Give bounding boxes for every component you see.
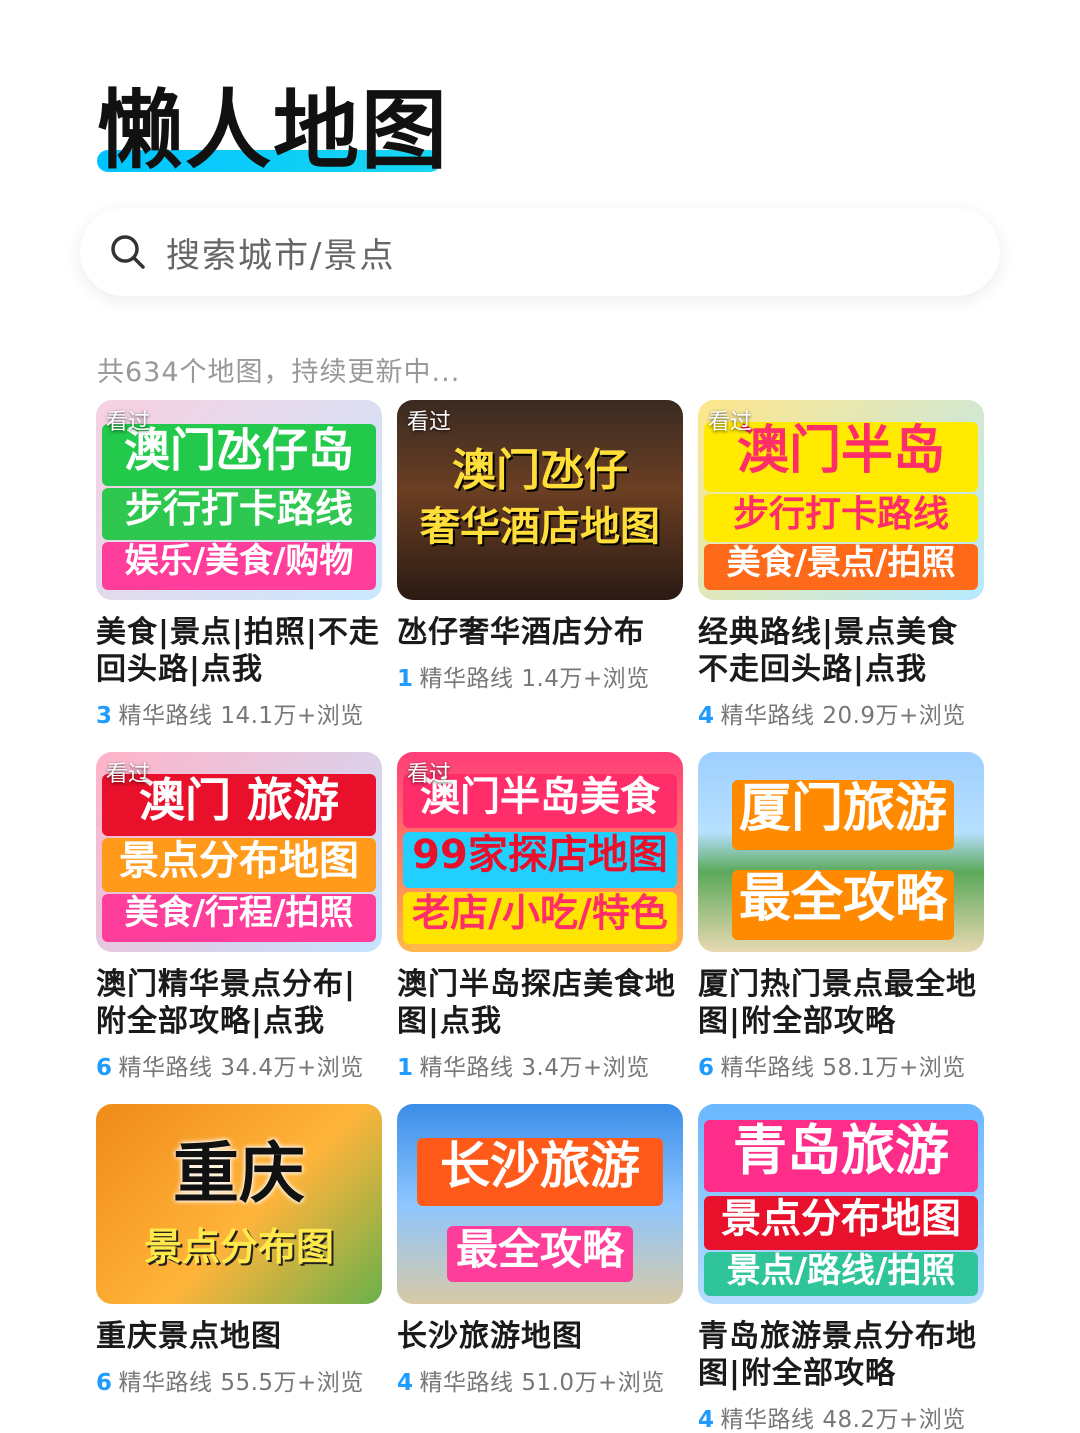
card-thumbnail[interactable]: 看过 澳门半岛 步行打卡路线 美食/景点/拍照 — [698, 400, 984, 600]
thumb-line: 景点/路线/拍照 — [704, 1252, 978, 1296]
search-bar[interactable]: 搜索城市/景点 — [80, 208, 1000, 296]
thumb-line: 景点分布图 — [143, 1226, 334, 1269]
thumb-line: 步行打卡路线 — [704, 494, 978, 542]
card-meta: 4 精华路线 20.9万+浏览 — [698, 696, 984, 730]
view-count: 48.2万+浏览 — [822, 1407, 966, 1433]
view-count: 55.5万+浏览 — [220, 1370, 364, 1396]
card-meta: 6 精华路线 55.5万+浏览 — [96, 1363, 382, 1397]
card-meta: 4 精华路线 48.2万+浏览 — [698, 1400, 984, 1433]
route-count: 4 — [698, 703, 715, 729]
map-card[interactable]: 青岛旅游 景点分布地图 景点/路线/拍照 青岛旅游景点分布地图|附全部攻略 4精… — [698, 1104, 984, 1433]
thumb-line: 美食/行程/拍照 — [102, 894, 376, 942]
card-meta: 4 精华路线 51.0万+浏览 — [397, 1363, 683, 1397]
card-meta: 6 精华路线 34.4万+浏览 — [96, 1048, 382, 1082]
card-meta: 1 精华路线 1.4万+浏览 — [397, 659, 683, 693]
card-thumbnail[interactable]: 青岛旅游 景点分布地图 景点/路线/拍照 — [698, 1104, 984, 1304]
card-title[interactable]: 澳门精华景点分布|附全部攻略|点我 — [96, 966, 382, 1040]
seen-badge: 看过 — [407, 410, 452, 435]
thumb-line: 娱乐/美食/购物 — [102, 542, 376, 590]
map-card[interactable]: 重庆 景点分布图 重庆景点地图 6 精华路线 55.5万+浏览 — [96, 1104, 382, 1433]
route-count: 1 — [397, 1055, 414, 1081]
view-count: 14.1万+浏览 — [220, 703, 364, 729]
card-title[interactable]: 氹仔奢华酒店分布 — [397, 614, 683, 651]
card-title[interactable]: 厦门热门景点最全地图|附全部攻略 — [698, 966, 984, 1040]
view-count: 34.4万+浏览 — [220, 1055, 364, 1081]
thumb-line: 澳门氹仔 — [452, 446, 628, 496]
route-label: 精华路线 — [118, 1055, 213, 1081]
thumb-line: 重庆 — [173, 1136, 305, 1212]
route-label: 精华路线 — [118, 703, 213, 729]
card-title[interactable]: 经典路线|景点美食不走回头路|点我 — [698, 614, 984, 688]
card-thumbnail[interactable]: 长沙旅游 最全攻略 — [397, 1104, 683, 1304]
seen-badge: 看过 — [708, 410, 753, 435]
map-card[interactable]: 看过 澳门氹仔岛 步行打卡路线 娱乐/美食/购物 美食|景点|拍照|不走回头路|… — [96, 400, 382, 752]
search-input[interactable]: 搜索城市/景点 — [166, 228, 395, 277]
route-count: 4 — [698, 1407, 715, 1433]
route-count: 6 — [96, 1055, 113, 1081]
card-title[interactable]: 重庆景点地图 — [96, 1318, 382, 1355]
view-count: 51.0万+浏览 — [521, 1370, 665, 1396]
card-thumbnail[interactable]: 看过 澳门 旅游 景点分布地图 美食/行程/拍照 — [96, 752, 382, 952]
thumb-line: 99家探店地图 — [403, 832, 677, 888]
card-thumbnail[interactable]: 看过 澳门氹仔 奢华酒店地图 — [397, 400, 683, 600]
route-label: 精华路线 — [720, 1055, 815, 1081]
thumb-line: 最全攻略 — [447, 1226, 633, 1282]
thumb-line: 景点分布地图 — [704, 1196, 978, 1250]
route-label: 精华路线 — [118, 1370, 213, 1396]
map-card[interactable]: 长沙旅游 最全攻略 长沙旅游地图 4 精华路线 51.0万+浏览 — [397, 1104, 683, 1433]
route-count: 4 — [397, 1370, 414, 1396]
card-title[interactable]: 澳门半岛探店美食地图|点我 — [397, 966, 683, 1040]
route-label: 精华路线 — [720, 703, 815, 729]
seen-badge: 看过 — [106, 410, 151, 435]
thumb-line: 最全攻略 — [732, 870, 954, 940]
map-card[interactable]: 厦门旅游 最全攻略 厦门热门景点最全地图|附全部攻略 6 精华路线 58.1万+浏… — [698, 752, 984, 1104]
page-title: 懒人地图 — [97, 81, 449, 181]
route-label: 精华路线 — [419, 666, 514, 692]
route-count: 1 — [397, 666, 414, 692]
view-count: 58.1万+浏览 — [822, 1055, 966, 1081]
thumb-line: 老店/小吃/特色 — [403, 892, 677, 944]
route-label: 精华路线 — [720, 1407, 815, 1433]
thumb-line: 长沙旅游 — [417, 1138, 663, 1206]
card-meta: 1 精华路线 3.4万+浏览 — [397, 1048, 683, 1082]
card-title[interactable]: 美食|景点|拍照|不走回头路|点我 — [96, 614, 382, 688]
thumb-line: 奢华酒店地图 — [420, 504, 660, 550]
thumb-line: 美食/景点/拍照 — [704, 544, 978, 590]
route-count: 6 — [96, 1370, 113, 1396]
card-thumbnail[interactable]: 看过 澳门氹仔岛 步行打卡路线 娱乐/美食/购物 — [96, 400, 382, 600]
route-label: 精华路线 — [419, 1055, 514, 1081]
thumb-line: 厦门旅游 — [732, 780, 954, 850]
map-card[interactable]: 看过 澳门半岛 步行打卡路线 美食/景点/拍照 经典路线|景点美食不走回头路|点… — [698, 400, 984, 752]
seen-badge: 看过 — [407, 762, 452, 787]
card-thumbnail[interactable]: 厦门旅游 最全攻略 — [698, 752, 984, 952]
thumb-line: 景点分布地图 — [102, 838, 376, 892]
card-thumbnail[interactable]: 看过 澳门半岛美食 99家探店地图 老店/小吃/特色 — [397, 752, 683, 952]
thumb-line: 步行打卡路线 — [102, 488, 376, 540]
map-card[interactable]: 看过 澳门半岛美食 99家探店地图 老店/小吃/特色 澳门半岛探店美食地图|点我… — [397, 752, 683, 1104]
map-card[interactable]: 看过 澳门 旅游 景点分布地图 美食/行程/拍照 澳门精华景点分布|附全部攻略|… — [96, 752, 382, 1104]
view-count: 3.4万+浏览 — [521, 1055, 650, 1081]
view-count: 1.4万+浏览 — [521, 666, 650, 692]
card-thumbnail[interactable]: 重庆 景点分布图 — [96, 1104, 382, 1304]
search-icon — [110, 234, 146, 270]
thumb-line: 青岛旅游 — [704, 1120, 978, 1192]
map-grid: 看过 澳门氹仔岛 步行打卡路线 娱乐/美食/购物 美食|景点|拍照|不走回头路|… — [96, 400, 986, 1433]
map-count-text: 共634个地图，持续更新中... — [97, 357, 461, 388]
route-count: 6 — [698, 1055, 715, 1081]
card-title[interactable]: 长沙旅游地图 — [397, 1318, 683, 1355]
card-title[interactable]: 青岛旅游景点分布地图|附全部攻略 — [698, 1318, 984, 1392]
route-label: 精华路线 — [419, 1370, 514, 1396]
view-count: 20.9万+浏览 — [822, 703, 966, 729]
card-meta: 6 精华路线 58.1万+浏览 — [698, 1048, 984, 1082]
seen-badge: 看过 — [106, 762, 151, 787]
route-count: 3 — [96, 703, 113, 729]
card-meta: 3 精华路线 14.1万+浏览 — [96, 696, 382, 730]
map-card[interactable]: 看过 澳门氹仔 奢华酒店地图 氹仔奢华酒店分布 1 精华路线 1.4万+浏览 — [397, 400, 683, 752]
